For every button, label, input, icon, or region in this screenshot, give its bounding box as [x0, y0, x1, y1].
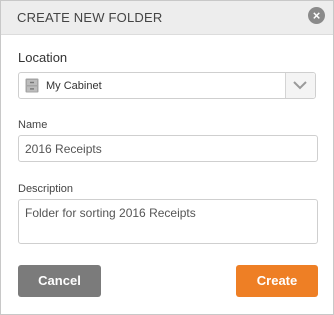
create-button[interactable]: Create: [236, 265, 318, 297]
location-dropdown-toggle[interactable]: [285, 73, 315, 98]
close-icon[interactable]: ×: [308, 7, 325, 24]
dialog-header: CREATE NEW FOLDER ×: [1, 1, 333, 35]
location-value: My Cabinet: [46, 80, 102, 92]
chevron-down-icon: [293, 81, 307, 90]
name-input[interactable]: [18, 135, 318, 162]
location-select[interactable]: My Cabinet: [18, 72, 316, 99]
description-input[interactable]: Folder for sorting 2016 Receipts: [18, 199, 318, 244]
name-label: Name: [18, 119, 48, 131]
description-label: Description: [18, 183, 74, 195]
create-folder-dialog: CREATE NEW FOLDER × Location My Cabinet …: [0, 0, 334, 315]
dialog-title: CREATE NEW FOLDER: [17, 10, 163, 25]
location-label: Location: [18, 50, 68, 65]
cancel-button[interactable]: Cancel: [18, 265, 101, 297]
cabinet-icon: [25, 78, 39, 98]
